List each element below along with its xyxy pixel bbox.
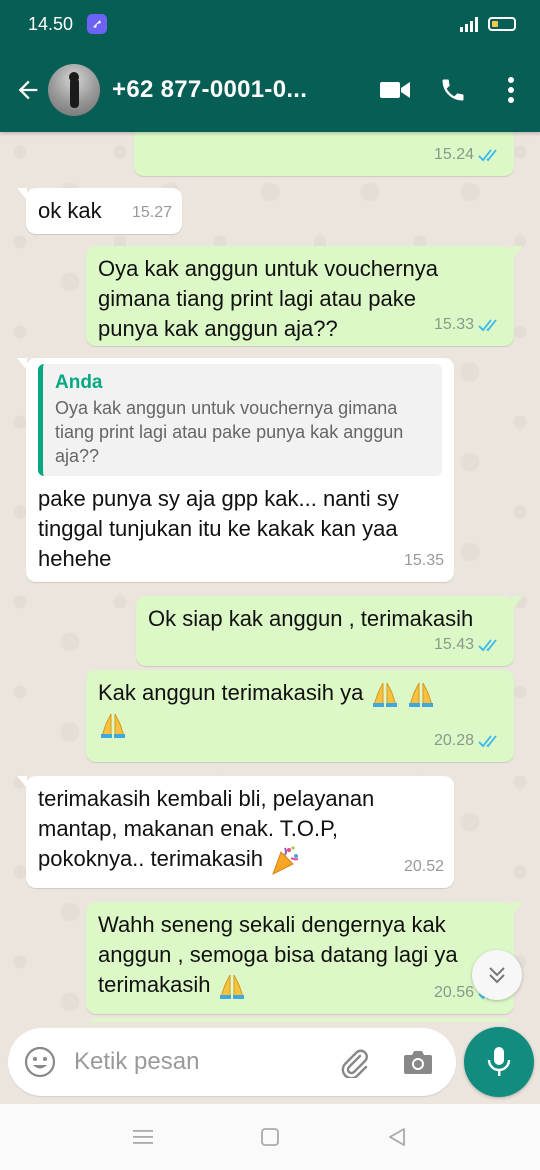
back-icon[interactable]: [377, 1117, 417, 1157]
message-time: 20.52: [403, 858, 444, 875]
folded-hands-emoji-icon: [219, 974, 244, 1000]
message-input[interactable]: [74, 1048, 314, 1076]
message-list[interactable]: 15.24 ok kak 15.27 Oya kak anggun untuk …: [0, 132, 540, 1022]
message-text: Oya kak anggun untuk vouchernya gimana t…: [98, 256, 439, 341]
message-bubble-in[interactable]: terimakasih kembali bli, pelayanan manta…: [17, 776, 454, 888]
chat-header: +62 877-0001-0...: [0, 48, 540, 132]
message-text: terimakasih kembali bli, pelayanan manta…: [38, 786, 375, 871]
emoji-icon[interactable]: [20, 1042, 60, 1082]
message-bubble-out[interactable]: Kak anggun terimakasih ya 20.28: [86, 670, 514, 762]
read-ticks-icon: [478, 319, 497, 332]
message-bubble-out[interactable]: Ok siap kak anggun , terimakasih 15.43: [136, 596, 523, 666]
message-text: Ok siap kak anggun , terimakasih: [148, 606, 474, 631]
message-time: 15.24: [433, 146, 474, 163]
avatar[interactable]: [48, 64, 100, 116]
double-chevron-down-icon[interactable]: [472, 950, 522, 1000]
read-ticks-icon: [478, 735, 497, 748]
message-time: 15.35: [403, 552, 444, 569]
attach-icon[interactable]: [334, 1042, 374, 1082]
message-bubble-out[interactable]: 15.24: [134, 132, 514, 176]
message-time: 20.28: [433, 732, 474, 749]
quote-text: Oya kak anggun untuk vouchernya gimana t…: [55, 398, 404, 466]
message-text: ok kak: [38, 198, 102, 223]
folded-hands-emoji-icon: [101, 714, 125, 739]
party-popper-emoji-icon: [272, 846, 299, 876]
message-time: 20.56: [433, 984, 474, 1001]
home-icon[interactable]: [250, 1117, 290, 1157]
message-time: 15.33: [433, 316, 474, 333]
camera-icon[interactable]: [398, 1042, 438, 1082]
message-bubble-out[interactable]: Wahh seneng sekali dengernya kak anggun …: [86, 902, 523, 1014]
status-bar: 14.50: [0, 0, 540, 48]
contact-name[interactable]: +62 877-0001-0...: [112, 76, 334, 104]
phone-icon[interactable]: [424, 66, 482, 114]
message-text: Kak anggun terimakasih ya: [98, 680, 364, 705]
more-vert-icon[interactable]: [482, 66, 540, 114]
status-time: 14.50: [28, 13, 74, 34]
battery-icon: [488, 17, 516, 31]
compose-bar: [0, 1022, 540, 1104]
message-time: 15.27: [131, 204, 172, 221]
signal-icon: [460, 16, 478, 32]
menu-icon[interactable]: [123, 1117, 163, 1157]
message-bubble-in[interactable]: Anda Oya kak anggun untuk vouchernya gim…: [17, 358, 454, 582]
app-notification-icon: [87, 14, 108, 34]
read-ticks-icon: [478, 639, 497, 652]
quote-author: Anda: [55, 372, 103, 393]
back-arrow-icon[interactable]: [6, 68, 50, 112]
message-bubble-out[interactable]: Oya kak anggun untuk vouchernya gimana t…: [86, 246, 523, 346]
folded-hands-emoji-icon: [408, 682, 433, 708]
message-bubble-in[interactable]: ok kak 15.27: [17, 188, 182, 234]
read-ticks-icon: [478, 149, 497, 162]
message-text: pake punya sy aja gpp kak... nanti sy ti…: [38, 486, 399, 571]
system-nav-bar: [0, 1104, 540, 1170]
mic-icon[interactable]: [464, 1027, 534, 1097]
folded-hands-emoji-icon: [372, 682, 397, 708]
quoted-message[interactable]: Anda Oya kak anggun untuk vouchernya gim…: [38, 364, 442, 476]
video-call-icon[interactable]: [366, 66, 424, 114]
message-time: 15.43: [433, 636, 474, 653]
message-text: Wahh seneng sekali dengernya kak anggun …: [98, 912, 458, 997]
message-input-box[interactable]: [8, 1028, 456, 1096]
